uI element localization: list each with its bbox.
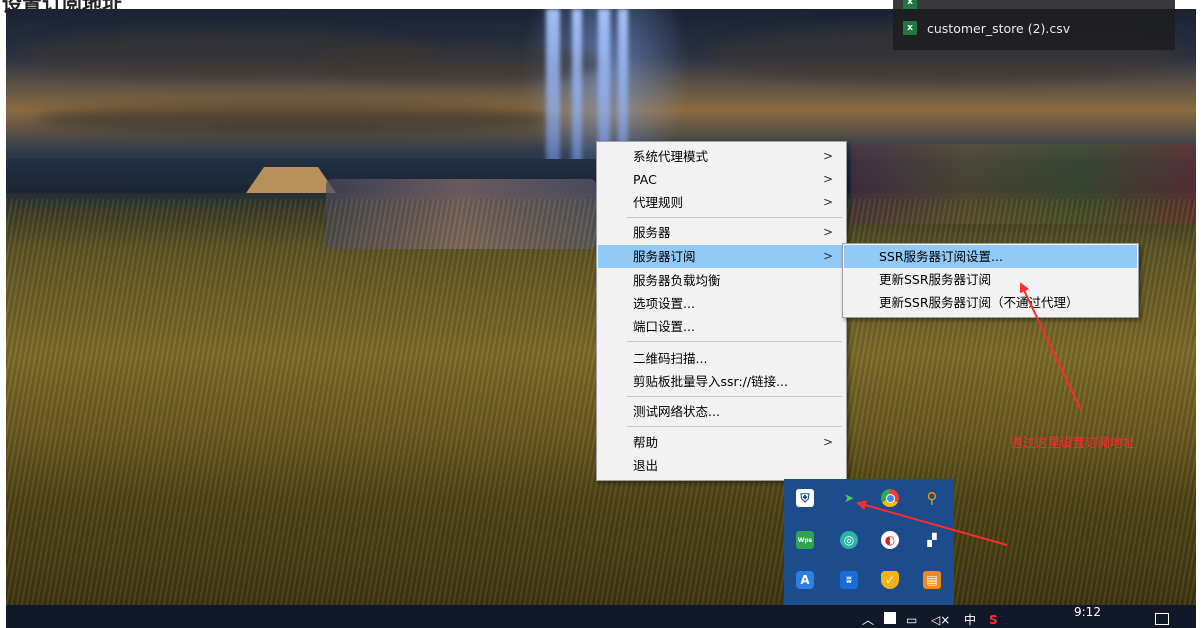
tray-overflow-flyout: ⛨ ➤ ⚲ Wps ◎ ◐ ▞ A ʬ ✓ ▤ <box>784 479 954 605</box>
network-icon[interactable]: ▭ <box>906 613 917 627</box>
excel-file-icon: x <box>903 21 917 35</box>
submenu-item-subscription-settings[interactable]: SSR服务器订阅设置... <box>844 245 1137 268</box>
shield-icon[interactable]: ✓ <box>881 571 899 589</box>
menu-separator <box>627 341 842 342</box>
sogou-icon[interactable]: S <box>989 613 998 627</box>
windows-security-icon[interactable]: ⛨ <box>796 489 814 507</box>
menu-item-port-settings[interactable]: 端口设置... <box>598 315 845 338</box>
chrome-icon[interactable] <box>881 489 899 507</box>
notification-icon[interactable] <box>1155 613 1169 625</box>
menu-item-options[interactable]: 选项设置... <box>598 292 845 315</box>
tray-context-menu: 系统代理模式 > PAC > 代理规则 > 服务器 > 服务器订阅 > 服务器负载均衡 选… <box>596 141 847 481</box>
menu-item-exit[interactable]: 退出 <box>598 454 845 477</box>
ime-icon[interactable]: 中 <box>964 613 976 627</box>
menu-item-server-subscription[interactable]: 服务器订阅 > <box>598 245 845 268</box>
search-icon[interactable]: ⚲ <box>923 489 941 507</box>
file-list-panel: x x customer_store (2).csv <box>893 0 1175 50</box>
menu-item-test-network[interactable]: 测试网络状态... <box>598 400 845 423</box>
file-name: customer_store (2).csv <box>927 20 1071 36</box>
chevron-right-icon: > <box>822 225 833 239</box>
360-browser-icon[interactable]: ◎ <box>840 531 858 549</box>
taskbar: ︿ ▭ ◁× 中 S 9:12 <box>6 605 1196 628</box>
chevron-right-icon: > <box>822 249 833 263</box>
calendar-icon[interactable]: ▤ <box>923 571 941 589</box>
menu-item-qrcode-scan[interactable]: 二维码扫描... <box>598 347 845 370</box>
bookmark-icon[interactable]: ▞ <box>923 531 941 549</box>
chevron-right-icon: > <box>822 172 833 186</box>
wps-office-icon[interactable]: Wps <box>796 531 814 549</box>
subscription-submenu: SSR服务器订阅设置... 更新SSR服务器订阅 更新SSR服务器订阅（不通过代… <box>842 243 1139 318</box>
menu-item-pac[interactable]: PAC > <box>598 168 845 191</box>
menu-item-clipboard-import[interactable]: 剪贴板批量导入ssr://链接... <box>598 370 845 393</box>
shadowsocksr-icon[interactable]: ➤ <box>840 489 858 507</box>
menu-item-help[interactable]: 帮助 > <box>598 431 845 454</box>
file-item[interactable]: x <box>903 0 927 12</box>
excel-file-icon: x <box>903 0 917 9</box>
chevron-right-icon: > <box>822 435 833 449</box>
menu-item-system-proxy-mode[interactable]: 系统代理模式 > <box>598 145 845 168</box>
chevron-right-icon: > <box>822 195 833 209</box>
submenu-item-update-subscription-no-proxy[interactable]: 更新SSR服务器订阅（不通过代理） <box>844 291 1137 314</box>
app-tray-icon[interactable] <box>884 612 896 624</box>
volume-icon[interactable]: ◁× <box>931 613 950 627</box>
clock-time[interactable]: 9:12 <box>1074 605 1101 619</box>
menu-item-load-balance[interactable]: 服务器负载均衡 <box>598 269 845 292</box>
menu-item-proxy-rules[interactable]: 代理规则 > <box>598 191 845 214</box>
submenu-item-update-subscription[interactable]: 更新SSR服务器订阅 <box>844 268 1137 291</box>
netease-music-icon[interactable]: ◐ <box>881 531 899 549</box>
menu-item-servers[interactable]: 服务器 > <box>598 221 845 244</box>
bluetooth-icon[interactable]: ʬ <box>840 571 858 589</box>
chevron-up-icon[interactable]: ︿ <box>862 613 874 627</box>
menu-separator <box>627 426 842 427</box>
chevron-right-icon: > <box>822 149 833 163</box>
file-item[interactable]: x customer_store (2).csv <box>903 18 1070 38</box>
menu-separator <box>627 217 842 218</box>
a-shield-icon[interactable]: A <box>796 571 814 589</box>
menu-separator <box>627 396 842 397</box>
annotation-label: 通过这里设置订阅地址 <box>1010 435 1136 450</box>
